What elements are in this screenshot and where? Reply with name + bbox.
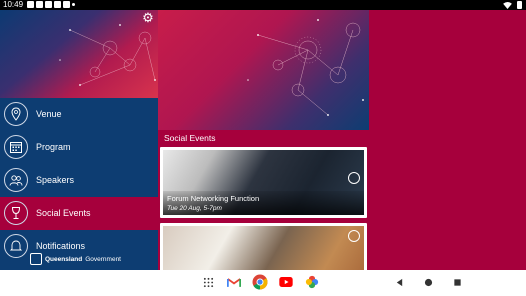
gmail-icon[interactable] <box>226 274 242 290</box>
bell-icon <box>4 234 28 258</box>
back-button[interactable] <box>395 278 404 287</box>
network-icon <box>348 230 360 242</box>
sidebar-item-speakers[interactable]: Speakers <box>0 164 158 197</box>
network-icon <box>348 172 360 184</box>
wine-glass-icon <box>4 201 28 225</box>
app-dock <box>200 274 320 290</box>
home-button[interactable] <box>424 278 433 287</box>
chat-icon <box>45 1 52 8</box>
sidebar-item-label: Notifications <box>36 241 86 251</box>
brand-bold-text: Queensland <box>45 255 83 263</box>
brand-rest-text: Government <box>85 255 121 263</box>
sidebar-item-label: Venue <box>36 109 62 119</box>
chrome-icon[interactable] <box>252 274 268 290</box>
event-title: Forum Networking Function <box>167 194 260 203</box>
navigation-bar <box>0 270 526 296</box>
network-pattern-graphic <box>247 19 364 116</box>
event-card[interactable]: Forum Networking Function Tue 20 Aug, 5-… <box>160 147 367 218</box>
chat-icon <box>54 1 61 8</box>
people-icon <box>4 168 28 192</box>
calendar-icon <box>4 135 28 159</box>
dot-icon <box>72 3 75 6</box>
event-photo: Forum Networking Function Tue 20 Aug, 5-… <box>163 150 364 215</box>
mail-icon <box>27 1 34 8</box>
event-caption: Forum Networking Function Tue 20 Aug, 5-… <box>163 191 364 215</box>
network-pattern-graphic <box>59 24 156 86</box>
system-nav-buttons <box>395 278 462 287</box>
settings-gear-icon[interactable]: ⚙ <box>142 11 154 24</box>
sidebar-item-program[interactable]: Program <box>0 131 158 164</box>
recents-button[interactable] <box>453 278 462 287</box>
map-pin-icon <box>4 102 28 126</box>
chat-icon <box>63 1 70 8</box>
sidebar-item-label: Program <box>36 142 71 152</box>
sidebar-item-label: Speakers <box>36 175 75 185</box>
photos-icon[interactable] <box>304 274 320 290</box>
event-card[interactable] <box>160 223 367 270</box>
youtube-icon[interactable] <box>278 274 294 290</box>
battery-icon <box>517 1 522 9</box>
event-photo <box>163 226 364 270</box>
sidebar-item-label: Social Events <box>36 208 91 218</box>
status-time: 10:49 <box>3 0 24 9</box>
header-banner <box>158 10 369 130</box>
section-title: Social Events <box>164 133 216 143</box>
app-drawer-icon[interactable] <box>200 274 216 290</box>
app-window: ⚙ Venue Program Speakers Social Events N… <box>0 10 526 270</box>
navigation-drawer: ⚙ Venue Program Speakers Social Events N… <box>0 10 158 270</box>
queensland-government-logo: Queensland Government <box>30 253 121 265</box>
chat-icon <box>36 1 43 8</box>
drawer-header-artwork: ⚙ <box>0 10 158 98</box>
event-date: Tue 20 Aug, 5-7pm <box>167 205 222 212</box>
sidebar-item-social-events[interactable]: Social Events <box>0 197 158 230</box>
main-content: Social Events Forum Networking Function … <box>158 10 369 270</box>
crest-icon <box>30 253 42 265</box>
notification-icons <box>27 1 75 8</box>
drawer-menu: Venue Program Speakers Social Events Not… <box>0 98 158 263</box>
status-bar: 10:49 <box>0 0 526 10</box>
wifi-icon <box>503 1 512 9</box>
sidebar-item-venue[interactable]: Venue <box>0 98 158 131</box>
